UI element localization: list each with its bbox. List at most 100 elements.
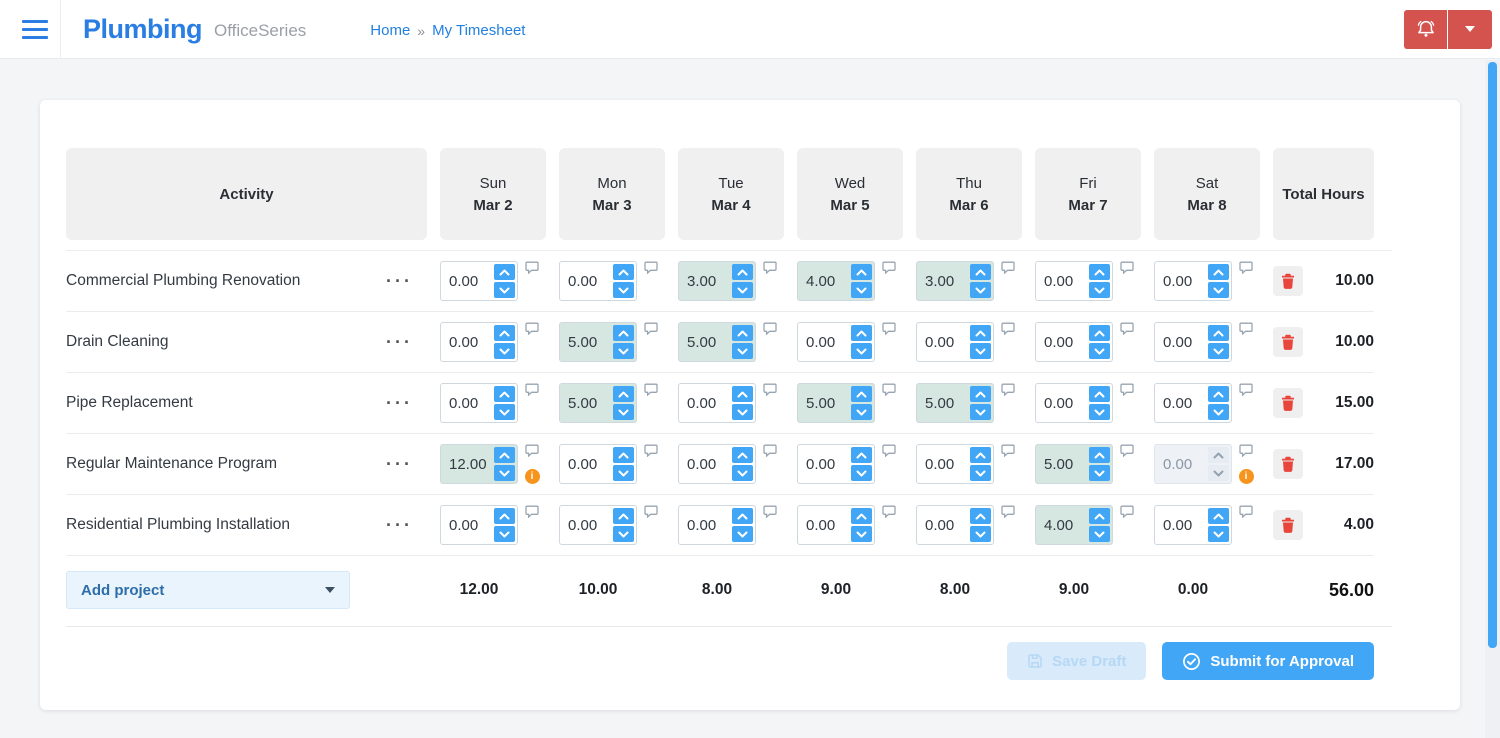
comment-icon[interactable]	[644, 261, 658, 275]
decrement-button[interactable]	[1089, 526, 1110, 542]
comment-icon[interactable]	[1001, 322, 1015, 336]
hours-input[interactable]	[562, 325, 613, 359]
hours-input[interactable]	[562, 264, 613, 298]
hours-input[interactable]	[1038, 508, 1089, 542]
hours-input[interactable]	[800, 447, 851, 481]
hours-input[interactable]	[681, 386, 732, 420]
comment-icon[interactable]	[763, 322, 777, 336]
comment-icon[interactable]	[1120, 322, 1134, 336]
hours-input[interactable]	[919, 264, 970, 298]
comment-icon[interactable]	[525, 505, 539, 519]
hours-input[interactable]	[800, 264, 851, 298]
hours-input[interactable]	[919, 325, 970, 359]
increment-button[interactable]	[613, 264, 634, 280]
increment-button[interactable]	[1089, 508, 1110, 524]
decrement-button[interactable]	[1208, 465, 1229, 481]
increment-button[interactable]	[970, 447, 991, 463]
increment-button[interactable]	[1089, 386, 1110, 402]
decrement-button[interactable]	[1089, 343, 1110, 359]
comment-icon[interactable]	[525, 261, 539, 275]
add-project-select[interactable]: Add project	[66, 571, 350, 609]
hours-input[interactable]	[562, 508, 613, 542]
hours-input[interactable]	[800, 325, 851, 359]
increment-button[interactable]	[1089, 325, 1110, 341]
increment-button[interactable]	[1208, 508, 1229, 524]
decrement-button[interactable]	[613, 282, 634, 298]
hours-input[interactable]	[1157, 386, 1208, 420]
increment-button[interactable]	[1089, 447, 1110, 463]
increment-button[interactable]	[613, 325, 634, 341]
hours-input[interactable]	[681, 325, 732, 359]
increment-button[interactable]	[1208, 447, 1229, 463]
decrement-button[interactable]	[1089, 404, 1110, 420]
hours-input[interactable]	[800, 386, 851, 420]
hours-input[interactable]	[681, 508, 732, 542]
comment-icon[interactable]	[1120, 444, 1134, 458]
decrement-button[interactable]	[851, 282, 872, 298]
comment-icon[interactable]	[1239, 322, 1253, 336]
delete-row-button[interactable]	[1273, 327, 1303, 357]
decrement-button[interactable]	[613, 465, 634, 481]
row-menu-button[interactable]: ···	[384, 272, 415, 290]
increment-button[interactable]	[732, 264, 753, 280]
comment-icon[interactable]	[1001, 505, 1015, 519]
hours-input[interactable]	[1157, 508, 1208, 542]
decrement-button[interactable]	[494, 343, 515, 359]
save-draft-button[interactable]: Save Draft	[1007, 642, 1147, 680]
row-menu-button[interactable]: ···	[384, 333, 415, 351]
comment-icon[interactable]	[1239, 261, 1253, 275]
comment-icon[interactable]	[644, 444, 658, 458]
increment-button[interactable]	[970, 325, 991, 341]
brand-logo[interactable]: Plumbing	[83, 14, 203, 45]
delete-row-button[interactable]	[1273, 510, 1303, 540]
breadcrumb-current-link[interactable]: My Timesheet	[432, 22, 525, 39]
increment-button[interactable]	[851, 386, 872, 402]
increment-button[interactable]	[970, 386, 991, 402]
row-menu-button[interactable]: ···	[384, 394, 415, 412]
decrement-button[interactable]	[494, 404, 515, 420]
decrement-button[interactable]	[1208, 343, 1229, 359]
increment-button[interactable]	[851, 325, 872, 341]
increment-button[interactable]	[613, 447, 634, 463]
decrement-button[interactable]	[494, 526, 515, 542]
submit-for-approval-button[interactable]: Submit for Approval	[1162, 642, 1374, 680]
account-menu-button[interactable]	[1448, 9, 1492, 49]
comment-icon[interactable]	[763, 261, 777, 275]
decrement-button[interactable]	[1208, 282, 1229, 298]
decrement-button[interactable]	[1208, 526, 1229, 542]
decrement-button[interactable]	[970, 465, 991, 481]
menu-hamburger-icon[interactable]	[14, 9, 56, 49]
decrement-button[interactable]	[613, 343, 634, 359]
decrement-button[interactable]	[851, 465, 872, 481]
increment-button[interactable]	[851, 508, 872, 524]
hours-input[interactable]	[1038, 447, 1089, 481]
increment-button[interactable]	[1208, 386, 1229, 402]
decrement-button[interactable]	[732, 343, 753, 359]
hours-input[interactable]	[562, 386, 613, 420]
comment-icon[interactable]	[882, 322, 896, 336]
increment-button[interactable]	[851, 264, 872, 280]
hours-input[interactable]	[1157, 264, 1208, 298]
comment-icon[interactable]	[763, 444, 777, 458]
increment-button[interactable]	[1089, 264, 1110, 280]
decrement-button[interactable]	[613, 404, 634, 420]
hours-input[interactable]	[1038, 325, 1089, 359]
comment-icon[interactable]	[1120, 383, 1134, 397]
comment-icon[interactable]	[1001, 444, 1015, 458]
comment-icon[interactable]	[1001, 261, 1015, 275]
comment-icon[interactable]	[882, 444, 896, 458]
increment-button[interactable]	[851, 447, 872, 463]
increment-button[interactable]	[1208, 325, 1229, 341]
comment-icon[interactable]	[882, 505, 896, 519]
decrement-button[interactable]	[970, 282, 991, 298]
hours-input[interactable]	[1157, 325, 1208, 359]
decrement-button[interactable]	[1089, 282, 1110, 298]
increment-button[interactable]	[732, 325, 753, 341]
comment-icon[interactable]	[1239, 505, 1253, 519]
comment-icon[interactable]	[763, 505, 777, 519]
comment-icon[interactable]	[1120, 261, 1134, 275]
hours-input[interactable]	[919, 508, 970, 542]
comment-icon[interactable]	[763, 383, 777, 397]
breadcrumb-home-link[interactable]: Home	[370, 22, 410, 39]
comment-icon[interactable]	[1120, 505, 1134, 519]
